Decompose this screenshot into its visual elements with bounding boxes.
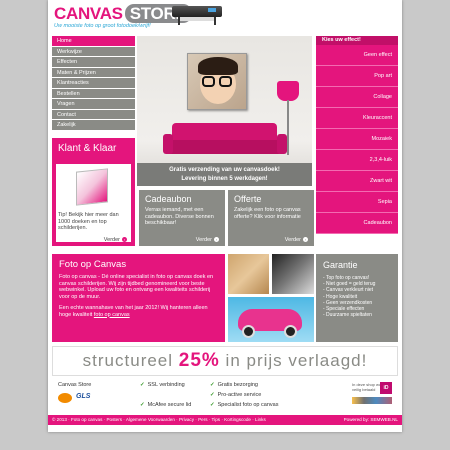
- cadeaubon-title: Cadeaubon: [145, 194, 192, 204]
- gallery-image-car[interactable]: [228, 297, 314, 342]
- hero-line-2: Levering binnen 5 werkdagen!: [181, 175, 268, 182]
- logo-canvas: CANVAS: [54, 4, 123, 23]
- gallery-image-frame[interactable]: [228, 254, 269, 294]
- tagline: Uw mooiste foto op groot fotodoek/wrijf!: [54, 23, 151, 29]
- hero-caption: Gratis verzending van uw canvasdoek! Lev…: [137, 163, 312, 186]
- nav-item-bestellen[interactable]: Bestellen: [52, 88, 135, 99]
- effect-mozaiek[interactable]: Mozaiek: [316, 129, 398, 150]
- check-specialist: ✓ Specialist foto op canvas: [210, 402, 279, 408]
- effect-sepia[interactable]: Sepia: [316, 192, 398, 213]
- check-mcafee: ✓ McAfee secure lid: [140, 402, 192, 408]
- nav-item-contact[interactable]: Contact: [52, 109, 135, 120]
- offerte-text: Zakelijk een foto op canvas offerte? Kli…: [234, 207, 301, 220]
- promo-after: in prijs verlaagd!: [225, 351, 368, 370]
- klant-more-link[interactable]: Verder ›: [104, 237, 127, 243]
- footer: © 2013 · Foto op canvas · Posters · Alge…: [48, 415, 402, 425]
- footer-powered[interactable]: Powered by: SEMWEB.NL: [344, 415, 398, 425]
- foto-paragraph-1: Foto op canvas - Dé online specialist in…: [59, 274, 214, 300]
- checkmark-icon: ✓: [140, 382, 145, 388]
- ideal-logo-icon: iD: [380, 382, 392, 394]
- nav-item-klantreacties[interactable]: Klantreacties: [52, 78, 135, 89]
- effects-title: Kies uw effect!: [316, 36, 398, 45]
- canvas-sample-image: [76, 168, 108, 206]
- klant-klaar-box: Klant & Klaar Tip! Bekijk hier meer dan …: [52, 138, 135, 246]
- klant-text: Tip! Bekijk hier meer dan 1000 doeken en…: [58, 212, 119, 231]
- hero-banner[interactable]: Gratis verzending van uw canvasdoek! Lev…: [137, 36, 312, 186]
- arrow-icon: ›: [122, 237, 127, 242]
- trust-bar: Canvas Store GLS ✓ SSL verbinding ✓ Gratis…: [52, 380, 398, 412]
- effect-kleuraccent[interactable]: Kleuraccent: [316, 108, 398, 129]
- offerte-more-link[interactable]: Verder ›: [285, 237, 308, 243]
- nav-item-effecten[interactable]: Effecten: [52, 57, 135, 68]
- lamp-image: [277, 81, 299, 101]
- effect-cadeaubon[interactable]: Cadeaubon: [316, 213, 398, 234]
- foto-op-canvas-box: Foto op Canvas Foto op canvas - Dé onlin…: [52, 254, 225, 342]
- nav-item-werkwijze[interactable]: Werkwijze: [52, 46, 135, 57]
- checkmark-icon: ✓: [210, 402, 215, 408]
- gls-logo: GLS: [76, 393, 91, 400]
- hero-canvas-photo: [187, 53, 247, 110]
- garantie-box: Garantie - Top foto op canvas! - Niet go…: [316, 254, 398, 342]
- nav-item-vragen[interactable]: Vragen: [52, 99, 135, 110]
- arrow-icon: ›: [214, 237, 219, 242]
- cadeaubon-text: Verras iemand, met een cadeaubon. Divers…: [145, 207, 214, 226]
- logo[interactable]: CANVAS STORE: [54, 4, 192, 24]
- effect-collage[interactable]: Collage: [316, 87, 398, 108]
- cadeaubon-more-link[interactable]: Verder ›: [196, 237, 219, 243]
- foto-paragraph-2: Een echte wannahave van het jaar 2012! W…: [59, 305, 208, 318]
- page: CANVAS STORE Uw mooiste foto op groot fot…: [48, 0, 402, 432]
- garantie-list: - Top foto op canvas! - Niet goed = geld…: [323, 275, 391, 318]
- garantie-title: Garantie: [323, 260, 358, 270]
- foto-title: Foto op Canvas: [59, 259, 127, 270]
- offerte-box: Offerte Zakelijk een foto op canvas offe…: [228, 190, 314, 246]
- check-service: ✓ Pro-active service: [210, 392, 262, 398]
- ideal-badge[interactable]: In deze shop wordt veilig betaald iD: [352, 382, 392, 406]
- cadeaubon-box: Cadeaubon Verras iemand, met een cadeaub…: [139, 190, 225, 246]
- nav-item-home[interactable]: Home: [52, 36, 135, 47]
- check-ssl: ✓ SSL verbinding: [140, 382, 185, 388]
- printer-image: [172, 3, 222, 25]
- main-nav: Home Werkwijze Effecten Maten & Prijzen …: [52, 36, 135, 131]
- effect-geen-effect[interactable]: Geen effect: [316, 45, 398, 66]
- arrow-icon: ›: [303, 237, 308, 242]
- promo-banner[interactable]: structureel 25% in prijs verlaagd!: [52, 346, 398, 376]
- promo-percentage: 25%: [178, 350, 220, 371]
- hero-line-1: Gratis verzending van uw canvasdoek!: [169, 167, 280, 173]
- checkmark-icon: ✓: [210, 392, 215, 398]
- effect-zwart-wit[interactable]: Zwart wit: [316, 171, 398, 192]
- check-gratis: ✓ Gratis bezorging: [210, 382, 258, 388]
- effects-menu: Kies uw effect! Geen effect Pop art Coll…: [316, 36, 398, 234]
- header: CANVAS STORE Uw mooiste foto op groot fot…: [48, 0, 402, 35]
- list-item: - Duurzame spieltaten: [323, 312, 372, 319]
- trust-title: Canvas Store: [58, 382, 92, 388]
- offerte-title: Offerte: [234, 194, 262, 204]
- checkmark-icon: ✓: [140, 402, 145, 408]
- nav-item-maten-prijzen[interactable]: Maten & Prijzen: [52, 67, 135, 78]
- gallery-image-portrait[interactable]: [272, 254, 314, 294]
- effect-pop-art[interactable]: Pop art: [316, 66, 398, 87]
- bank-logos: [352, 397, 392, 404]
- footer-links[interactable]: © 2013 · Foto op canvas · Posters · Alge…: [52, 417, 266, 422]
- effect-luik[interactable]: 2,3,4-luik: [316, 150, 398, 171]
- photo-gallery: [228, 254, 314, 342]
- nav-item-zakelijk[interactable]: Zakelijk: [52, 120, 135, 131]
- klant-title: Klant & Klaar: [52, 138, 135, 164]
- checkmark-icon: ✓: [210, 382, 215, 388]
- promo-before: structureel: [82, 351, 174, 370]
- postnl-logo-icon: [58, 393, 72, 403]
- foto-link[interactable]: foto op canvas: [94, 312, 130, 318]
